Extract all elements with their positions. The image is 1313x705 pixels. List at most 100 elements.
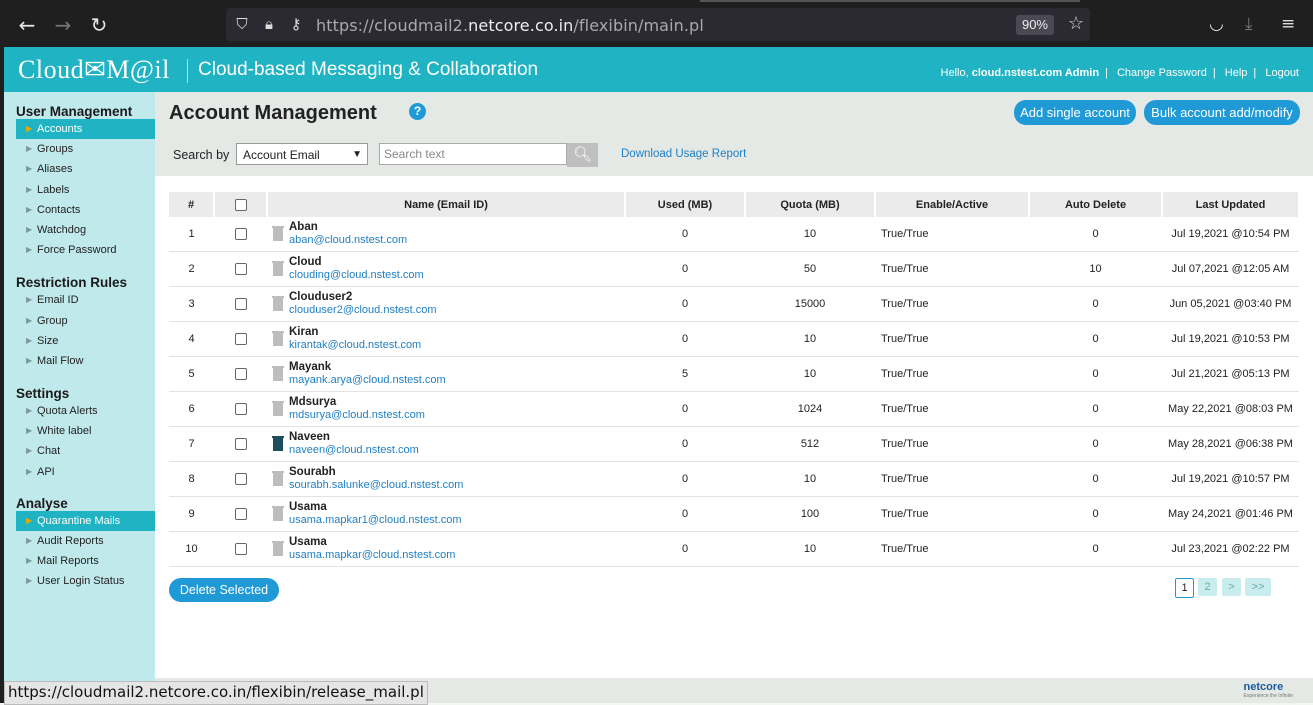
sidebar-item-group[interactable]: ▶ Group (4, 311, 155, 331)
row-checkbox[interactable] (234, 298, 247, 311)
sidebar-item-size[interactable]: ▶ Size (4, 331, 155, 351)
logout-link[interactable]: Logout (1265, 67, 1299, 79)
account-email-link[interactable]: naveen@cloud.nstest.com (289, 444, 625, 457)
sidebar-item-watchdog[interactable]: ▶ Watchdog (4, 220, 155, 240)
row-checkbox[interactable] (234, 473, 247, 486)
sidebar-item-mail-reports[interactable]: ▶ Mail Reports (4, 551, 155, 571)
row-checkbox[interactable] (234, 438, 247, 451)
logo[interactable]: Cloud✉M@il (18, 55, 170, 85)
zoom-level[interactable]: 90% (1015, 15, 1054, 35)
sidebar-item-chat[interactable]: ▶ Chat (4, 441, 155, 461)
account-email-link[interactable]: clouduser2@cloud.nstest.com (289, 304, 625, 317)
row-enable: True/True (875, 251, 1029, 287)
account-email-link[interactable]: aban@cloud.nstest.com (289, 234, 625, 247)
row-last-updated: Jul 07,2021 @12:05 AM (1162, 251, 1299, 287)
account-email-link[interactable]: mdsurya@cloud.nstest.com (289, 409, 625, 422)
row-number: 3 (169, 286, 214, 322)
col-enable-active[interactable]: Enable/Active (875, 192, 1030, 217)
account-email-link[interactable]: sourabh.salunke@cloud.nstest.com (289, 479, 625, 492)
download-usage-report-link[interactable]: Download Usage Report (621, 148, 746, 160)
account-email-link[interactable]: mayank.arya@cloud.nstest.com (289, 374, 625, 387)
col-auto-delete[interactable]: Auto Delete (1029, 192, 1163, 217)
sidebar-item-email-id[interactable]: ▶ Email ID (4, 290, 155, 310)
menu-icon[interactable]: ≡ (1281, 14, 1295, 34)
trash-icon[interactable] (272, 401, 284, 416)
add-single-account-button[interactable]: Add single account (1014, 100, 1136, 125)
lock-icon[interactable]: 🔒︎ (259, 14, 279, 34)
row-checkbox[interactable] (234, 508, 247, 521)
row-checkbox[interactable] (234, 543, 247, 556)
last-page-button[interactable]: >> (1245, 578, 1271, 596)
sidebar-item-groups[interactable]: ▶ Groups (4, 139, 155, 159)
tagline: Cloud-based Messaging & Collaboration (198, 59, 539, 80)
change-password-link[interactable]: Change Password (1117, 67, 1207, 79)
sidebar-item-user-login-status[interactable]: ▶ User Login Status (4, 571, 155, 591)
row-select (214, 531, 267, 567)
account-email-link[interactable]: usama.mapkar@cloud.nstest.com (289, 549, 625, 562)
col-name[interactable]: Name (Email ID) (267, 192, 626, 217)
trash-icon[interactable] (272, 471, 284, 486)
row-checkbox[interactable] (234, 263, 247, 276)
next-page-button[interactable]: > (1222, 578, 1241, 596)
row-checkbox[interactable] (234, 228, 247, 241)
sidebar-item-aliases[interactable]: ▶ Aliases (4, 159, 155, 179)
bulk-account-button[interactable]: Bulk account add/modify (1144, 100, 1300, 125)
search-input[interactable] (379, 143, 567, 165)
key-icon[interactable]: ⚷ (286, 14, 306, 34)
delete-selected-button[interactable]: Delete Selected (169, 578, 279, 602)
col-last-updated[interactable]: Last Updated (1162, 192, 1300, 217)
row-quota: 50 (745, 251, 875, 287)
pocket-icon[interactable]: ◡ (1209, 14, 1224, 34)
download-icon[interactable]: ⤓ (1245, 14, 1253, 34)
sidebar-item-force-password[interactable]: ▶ Force Password (4, 240, 155, 260)
reload-icon[interactable]: ↻ (85, 11, 113, 39)
account-email-link[interactable]: clouding@cloud.nstest.com (289, 269, 625, 282)
trash-icon[interactable] (272, 296, 284, 311)
row-checkbox[interactable] (234, 333, 247, 346)
row-checkbox[interactable] (234, 403, 247, 416)
trash-icon[interactable] (272, 366, 284, 381)
account-name: Usama (289, 536, 327, 548)
page-2-button[interactable]: 2 (1198, 578, 1217, 596)
row-used: 0 (625, 461, 745, 497)
trash-icon[interactable] (272, 226, 284, 241)
trash-icon[interactable] (272, 436, 284, 451)
back-icon[interactable]: ← (13, 11, 41, 39)
col-quota[interactable]: Quota (MB) (745, 192, 876, 217)
trash-icon[interactable] (272, 506, 284, 521)
url-text[interactable]: https://cloudmail2.netcore.co.in/flexibi… (316, 16, 704, 35)
row-name-cell: Naveen naveen@cloud.nstest.com (267, 426, 625, 462)
page-1-button[interactable]: 1 (1175, 578, 1194, 598)
row-enable: True/True (875, 496, 1029, 532)
search-by-select[interactable]: Account Email ▼ (236, 143, 368, 165)
search-icon[interactable]: 🔍︎ (567, 143, 598, 167)
sidebar-item-mail-flow[interactable]: ▶ Mail Flow (4, 351, 155, 371)
sidebar-item-quarantine-mails[interactable]: ▶ Quarantine Mails (16, 510, 155, 531)
sidebar-item-api[interactable]: ▶ API (4, 462, 155, 482)
col-used[interactable]: Used (MB) (625, 192, 746, 217)
trash-icon[interactable] (272, 331, 284, 346)
row-name-cell: Aban aban@cloud.nstest.com (267, 217, 625, 252)
table-row: 9 Usama usama.mapkar1@cloud.nstest.com 0 100… (169, 496, 1299, 532)
help-icon[interactable]: ? (409, 103, 426, 120)
sidebar-item-audit-reports[interactable]: ▶ Audit Reports (4, 531, 155, 551)
sidebar-item-accounts[interactable]: ▶ Accounts (16, 119, 155, 140)
sidebar-item-quota-alerts[interactable]: ▶ Quota Alerts (4, 401, 155, 421)
account-email-link[interactable]: usama.mapkar1@cloud.nstest.com (289, 514, 625, 527)
account-name: Usama (289, 501, 327, 513)
arrow-icon: ▶ (26, 204, 33, 214)
row-select (214, 321, 267, 357)
sidebar-item-labels[interactable]: ▶ Labels (4, 180, 155, 200)
sidebar-item-contacts[interactable]: ▶ Contacts (4, 200, 155, 220)
shield-icon[interactable]: ⛉ (232, 14, 252, 34)
help-link[interactable]: Help (1225, 67, 1248, 79)
row-checkbox[interactable] (234, 368, 247, 381)
address-bar[interactable]: ⛉ 🔒︎ ⚷ https://cloudmail2.netcore.co.in/… (226, 8, 1090, 41)
sidebar-item-white-label[interactable]: ▶ White label (4, 421, 155, 441)
select-all-checkbox[interactable] (234, 198, 247, 211)
trash-icon[interactable] (272, 541, 284, 556)
account-email-link[interactable]: kirantak@cloud.nstest.com (289, 339, 625, 352)
bookmark-star-icon[interactable]: ☆ (1068, 13, 1084, 34)
trash-icon[interactable] (272, 261, 284, 276)
forward-icon[interactable]: → (49, 11, 77, 39)
